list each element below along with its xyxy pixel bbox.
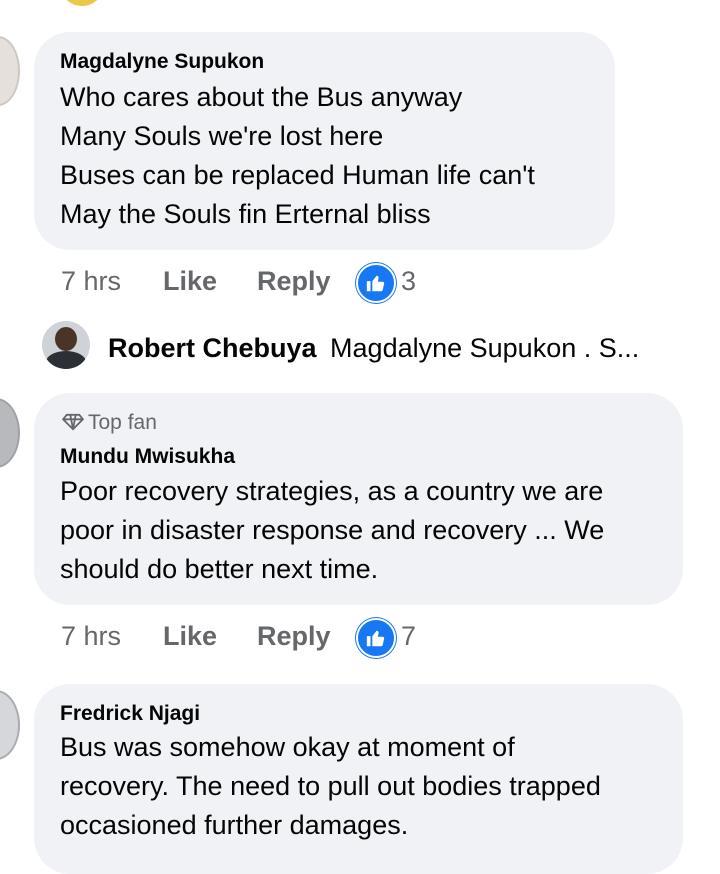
reply-button[interactable]: Reply: [257, 266, 331, 297]
reply-preview[interactable]: Robert Chebuya Magdalyne Supukon . S...: [108, 333, 639, 364]
comment-text: Poor recovery strategies, as a country w…: [60, 476, 605, 584]
avatar[interactable]: [0, 398, 20, 468]
thumbs-up-icon[interactable]: [356, 263, 396, 303]
comment-bubble: Magdalyne Supukon Who cares about the Bu…: [34, 32, 615, 250]
reply-avatar-face: [55, 327, 77, 351]
comment-author[interactable]: Magdalyne Supukon: [60, 50, 264, 74]
top-fan-label: Top fan: [88, 411, 157, 434]
like-button[interactable]: Like: [163, 266, 217, 297]
previous-comment-fragment: [160, 0, 600, 2]
comment-text: Who cares about the Bus anyway Many Soul…: [60, 82, 535, 229]
comment-bubble: Fredrick Njagi Bus was somehow okay at m…: [34, 684, 683, 874]
like-button[interactable]: Like: [163, 621, 217, 652]
thumbs-up-icon[interactable]: [356, 618, 396, 658]
comment-author[interactable]: Mundu Mwisukha: [60, 445, 235, 469]
reaction-count[interactable]: 7: [401, 621, 416, 652]
previous-avatar: [62, 0, 102, 6]
reply-avatar-body: [46, 351, 86, 369]
top-fan-badge[interactable]: Top fan: [61, 411, 157, 435]
reply-author[interactable]: Robert Chebuya: [108, 333, 317, 363]
comment-text: Bus was somehow okay at moment of recove…: [60, 732, 601, 840]
comment-timestamp[interactable]: 7 hrs: [61, 266, 121, 297]
diamond-icon: [61, 413, 85, 431]
reaction-count[interactable]: 3: [401, 266, 416, 297]
avatar[interactable]: [0, 690, 20, 760]
reply-avatar[interactable]: [42, 321, 90, 369]
avatar[interactable]: [0, 36, 20, 106]
comment-timestamp[interactable]: 7 hrs: [61, 621, 121, 652]
reply-button[interactable]: Reply: [257, 621, 331, 652]
reply-text: Magdalyne Supukon . S...: [330, 333, 640, 363]
comment-bubble: Top fan Mundu Mwisukha Poor recovery str…: [34, 393, 683, 605]
comment-author[interactable]: Fredrick Njagi: [60, 702, 200, 726]
